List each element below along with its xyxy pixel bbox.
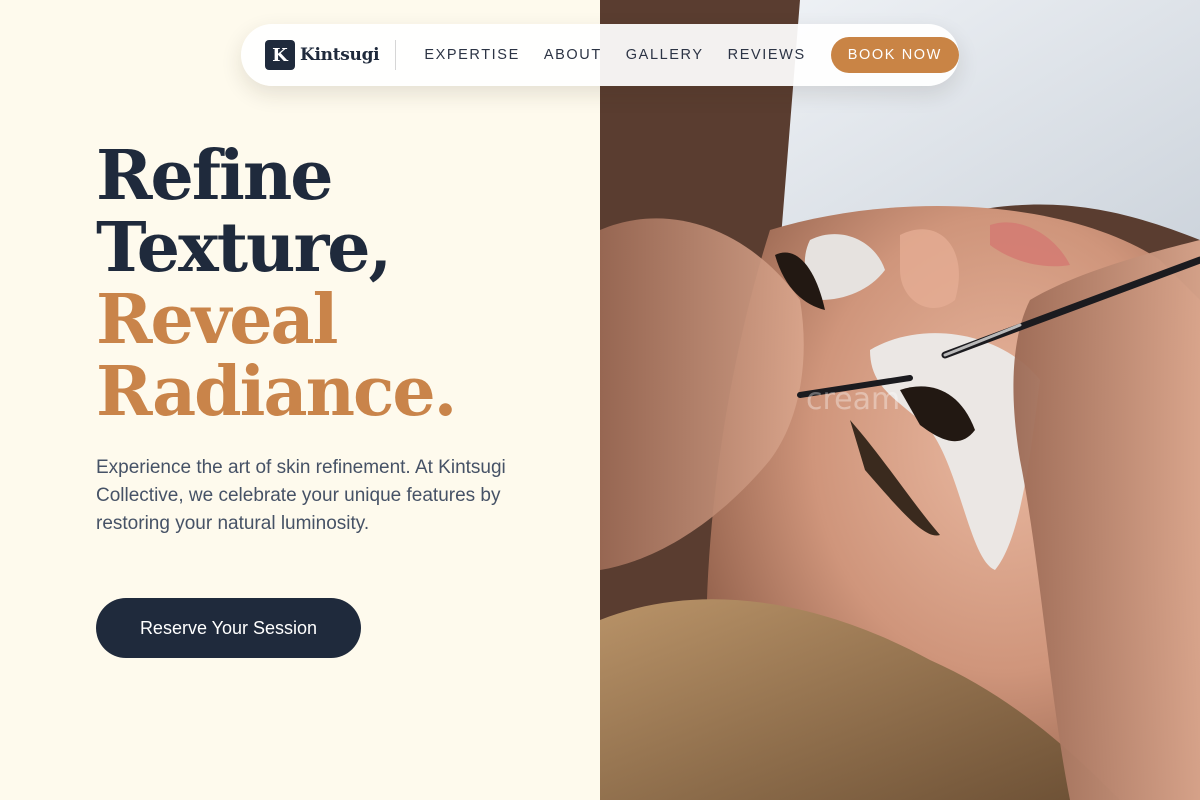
page: Refine Texture, Reveal Radiance. Experie… — [0, 0, 1200, 800]
photo-watermark: cream — [806, 382, 901, 417]
hero-photo: cream — [600, 0, 1200, 800]
headline-line-3: Reveal — [96, 280, 338, 360]
nav-links: EXPERTISE ABOUT GALLERY REVIEWS — [424, 47, 829, 63]
nav-link-about[interactable]: ABOUT — [544, 47, 602, 63]
nav-link-expertise[interactable]: EXPERTISE — [424, 47, 520, 63]
brand-name: Kintsugi — [300, 45, 380, 65]
nav-divider — [395, 40, 397, 70]
brand-mark-icon: K — [265, 40, 295, 70]
headline-line-4: Radiance. — [96, 352, 457, 432]
hero-section: Refine Texture, Reveal Radiance. Experie… — [0, 0, 600, 800]
book-now-button[interactable]: BOOK NOW — [830, 37, 959, 73]
reserve-session-button[interactable]: Reserve Your Session — [96, 598, 361, 658]
headline-line-1: Refine — [96, 136, 334, 216]
hero-headline: Refine Texture, Reveal Radiance. — [96, 136, 457, 432]
top-navbar: K Kintsugi EXPERTISE ABOUT GALLERY REVIE… — [241, 24, 959, 86]
nav-link-gallery[interactable]: GALLERY — [626, 47, 704, 63]
headline-line-2: Texture, — [96, 208, 392, 288]
brand-logo[interactable]: K Kintsugi — [265, 40, 380, 70]
hero-description: Experience the art of skin refinement. A… — [96, 457, 506, 534]
nav-link-reviews[interactable]: REVIEWS — [728, 47, 806, 63]
